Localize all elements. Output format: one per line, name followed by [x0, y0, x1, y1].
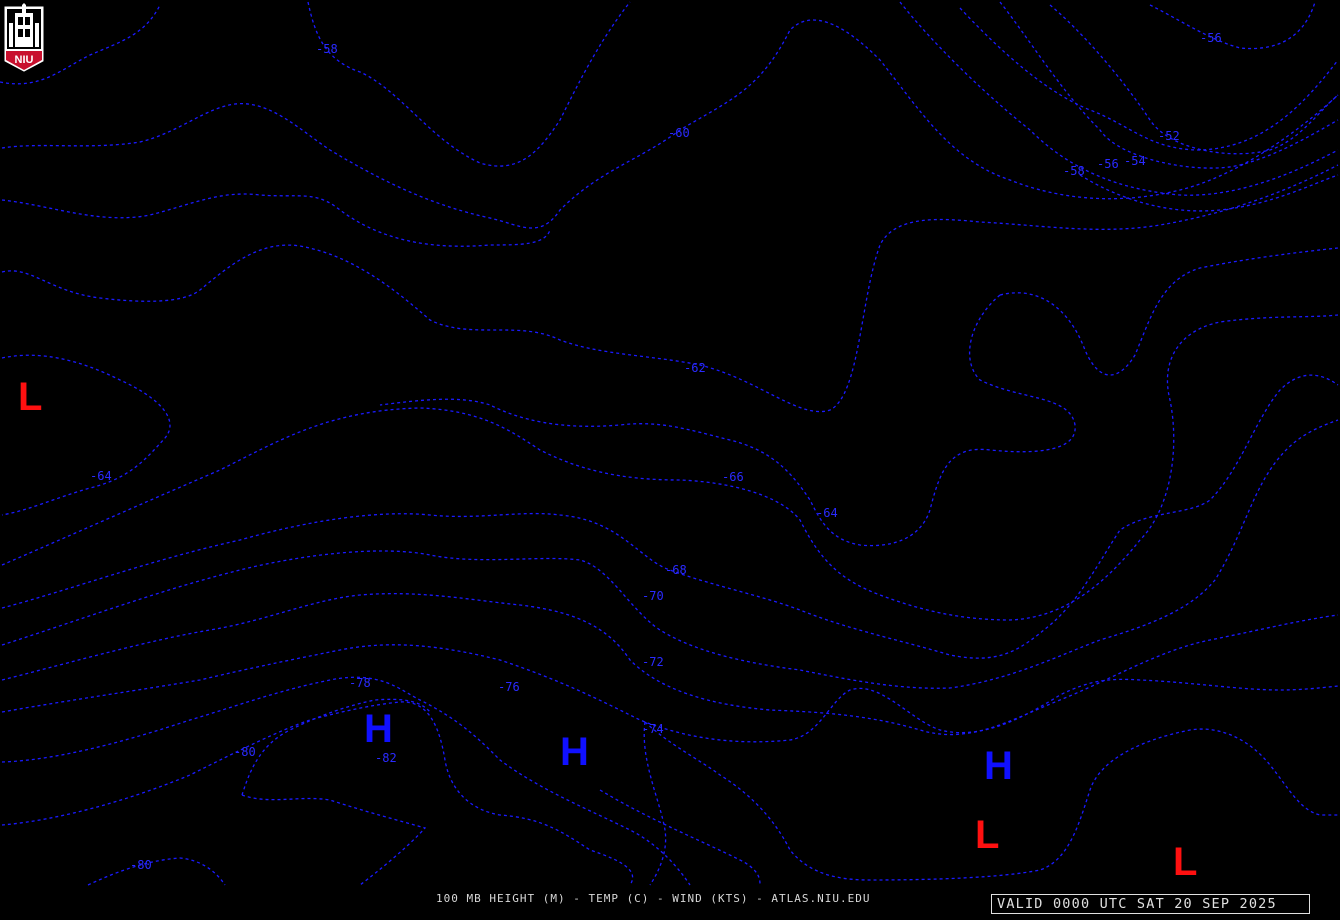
isotherm-line — [999, 1, 1339, 169]
isotherm-label: -56 — [1097, 157, 1119, 171]
high-center-marker: H — [984, 744, 1013, 788]
isotherm-label: -82 — [375, 751, 397, 765]
isotherm-label: -66 — [722, 470, 744, 484]
isotherm-label: -76 — [498, 680, 520, 694]
isotherm-line — [1049, 4, 1339, 155]
isotherm-label: -80 — [234, 745, 256, 759]
high-center-marker: H — [560, 730, 589, 774]
low-center-marker: L — [975, 813, 999, 857]
isotherm-line — [899, 1, 1339, 196]
logo-text: NIU — [15, 54, 34, 66]
isotherm-line — [1, 419, 1339, 689]
isotherm-line — [1, 164, 1339, 413]
isotherm-line — [379, 294, 1076, 547]
isotherm-line — [599, 789, 761, 886]
isotherm-label: -74 — [642, 722, 664, 736]
isotherm-label: -58 — [1063, 164, 1085, 178]
niu-logo: NIU — [4, 3, 44, 72]
valid-time-box: VALID 0000 UTC SAT 20 SEP 2025 — [991, 894, 1310, 914]
isotherm-labels: -58 -60 -56 -52 -58 -56 -54 -62 -64 -66 … — [90, 31, 1222, 872]
isotherm-line — [1, 676, 691, 886]
isotherm-line — [87, 857, 226, 886]
isotherm-label: -60 — [668, 126, 690, 140]
isotherm-label: -70 — [642, 589, 664, 603]
isotherm-line — [999, 247, 1339, 376]
isotherm-line — [241, 794, 427, 886]
isotherm-line — [643, 721, 667, 886]
isotherm-line — [1, 701, 634, 886]
isotherm-line — [1, 374, 1339, 659]
pressure-centers: L H H H L L — [18, 375, 1197, 884]
isotherm-label: -64 — [816, 506, 838, 520]
high-center-marker: H — [364, 707, 393, 751]
isotherm-line — [1, 593, 1339, 736]
isotherm-label: -68 — [665, 563, 687, 577]
isotherm-label: -78 — [349, 676, 371, 690]
isotherm-line — [1, 193, 551, 247]
isotherm-line — [959, 7, 1339, 151]
isotherm-line — [1, 644, 1339, 743]
low-center-marker: L — [1173, 840, 1197, 884]
isotherm-label: -62 — [684, 361, 706, 375]
isotherm-line — [1, 19, 1339, 229]
isotherm-label: -72 — [642, 655, 664, 669]
isotherm-label: -54 — [1124, 154, 1146, 168]
product-title: 100 MB HEIGHT (M) - TEMP (C) - WIND (KTS… — [436, 892, 871, 905]
isotherm-label: -58 — [316, 42, 338, 56]
isotherm-line — [1149, 1, 1316, 50]
isotherm-label: -52 — [1158, 129, 1180, 143]
isotherm-line — [307, 1, 631, 167]
map-canvas: -58 -60 -56 -52 -58 -56 -54 -62 -64 -66 … — [0, 1, 1339, 886]
isotherm-label: -64 — [90, 469, 112, 483]
isotherm-label: -80 — [130, 858, 152, 872]
low-center-marker: L — [18, 375, 42, 419]
isotherm-label: -56 — [1200, 31, 1222, 45]
